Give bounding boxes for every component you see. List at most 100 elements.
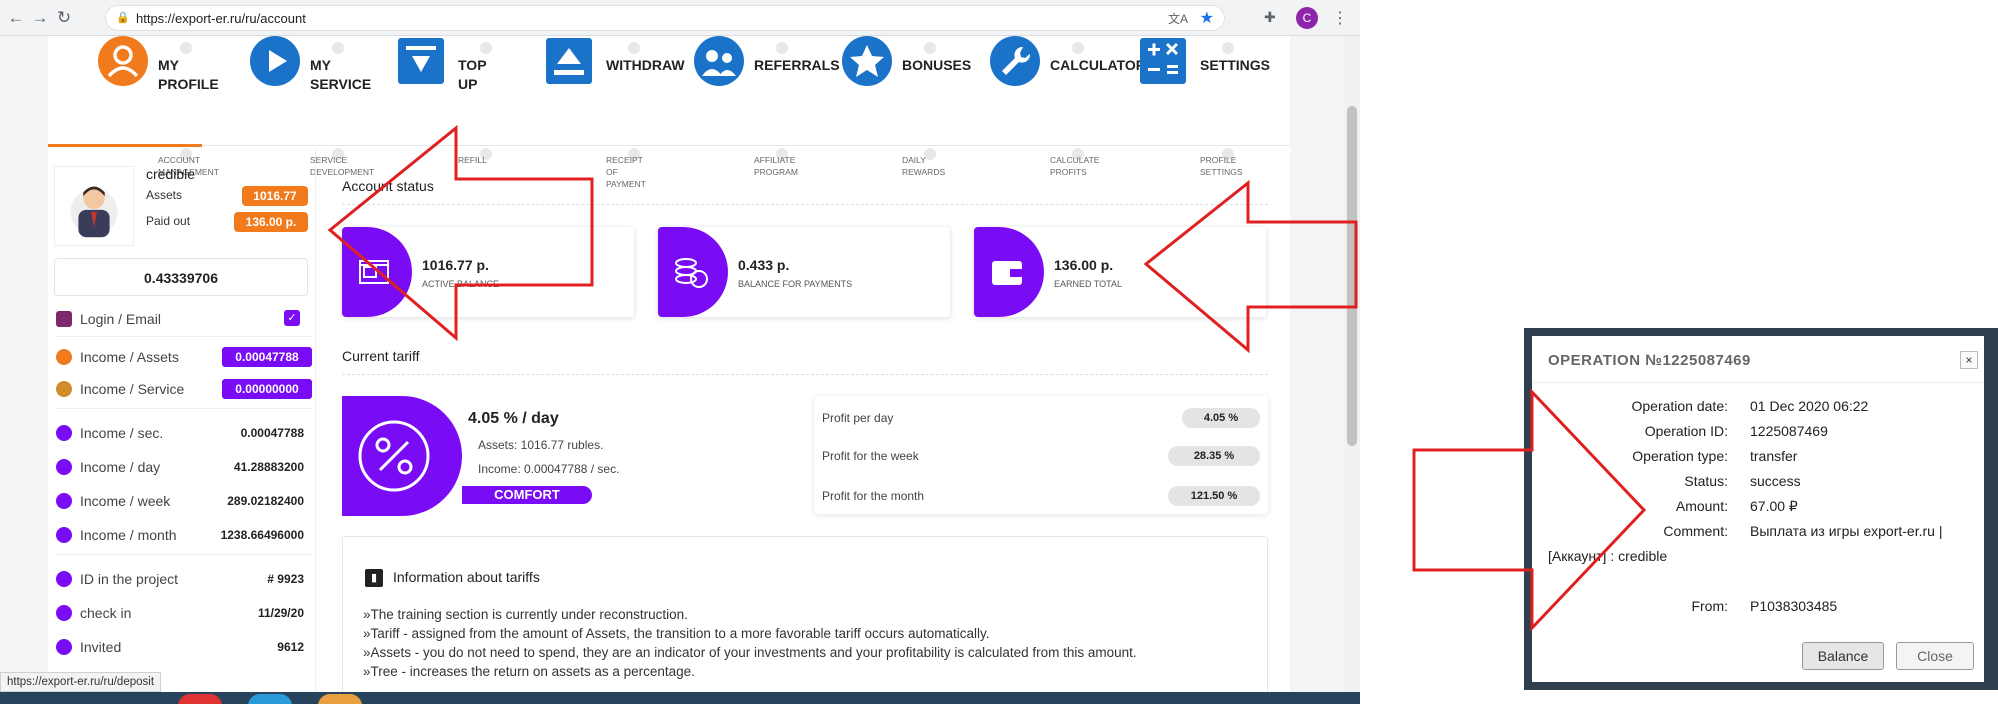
forward-icon[interactable]: → (30, 8, 50, 28)
dialog-value: success (1750, 473, 1801, 489)
dialog-row: Status: success (1532, 473, 1984, 495)
current-tariff-title: Current tariff (342, 348, 420, 364)
dialog-row: Comment: Выплата из игры export-er.ru | (1532, 523, 1984, 545)
dialog-key: Status: (1684, 473, 1728, 489)
dollar-icon (56, 493, 72, 509)
clock-icon (56, 605, 72, 621)
wrench-icon (990, 36, 1040, 86)
menu-label: TOP UP (458, 57, 487, 92)
profit-label: Profit per day (822, 411, 894, 425)
scrollbar-thumb[interactable] (1347, 106, 1357, 446)
upload-icon (546, 38, 592, 84)
sidebar-row-value: 0.00047788 (240, 426, 304, 440)
from-key: From: (1691, 598, 1728, 614)
stat-card: 136.00 р. EARNED TOTAL (974, 227, 1266, 317)
menu-dot (628, 42, 640, 54)
stat-card: 0.433 р. BALANCE FOR PAYMENTS (658, 227, 950, 317)
paid-out-value: 136.00 р. (234, 212, 308, 232)
menu-sublabel: REFILL (458, 155, 487, 165)
dialog-value: Выплата из игры export-er.ru | (1750, 523, 1943, 539)
dialog-value: 01 Dec 2020 06:22 (1750, 398, 1869, 414)
taskbar-app-icon[interactable] (178, 694, 222, 704)
user-icon (56, 571, 72, 587)
dialog-row: Operation ID: 1225087469 (1532, 423, 1984, 445)
users-icon (694, 36, 744, 86)
profit-label: Profit for the week (822, 449, 919, 463)
profit-row: Profit for the week 28.35 % (822, 446, 1260, 468)
profit-label: Profit for the month (822, 489, 925, 503)
menu-item-withdraw[interactable]: WITHDRAW RECEIPT OF PAYMENT (546, 36, 691, 189)
page-scrollbar[interactable] (1344, 36, 1360, 704)
assets-label: Assets (146, 188, 183, 202)
menu-item-referrals[interactable]: REFERRALS AFFILIATE PROGRAM (694, 36, 840, 177)
taskbar-app-icon[interactable] (248, 694, 292, 704)
sidebar-row-value: 1238.66496000 (220, 528, 304, 542)
sidebar-row-label: Income / Assets (80, 349, 179, 365)
login-email-row[interactable]: Login / Email ✓ (56, 308, 312, 332)
menu-item-bonuses[interactable]: BONUSES DAILY REWARDS (842, 36, 987, 177)
dialog-row: Operation date: 01 Dec 2020 06:22 (1532, 398, 1984, 420)
close-icon[interactable]: × (1960, 351, 1978, 369)
dialog-key: Amount: (1675, 498, 1728, 514)
sidebar-row-income-week: Income / week 289.02182400 (56, 490, 312, 514)
divider (56, 408, 312, 409)
paid-out-label: Paid out (146, 214, 191, 228)
dialog-value: transfer (1750, 448, 1798, 464)
tariff-income: Income: 0.00047788 / sec. (478, 462, 620, 476)
menu-dot (180, 42, 192, 54)
menu-active-indicator (48, 144, 202, 147)
comment-continuation: [Аккаунт] : credible (1548, 548, 1668, 564)
menu-label: MY SERVICE (310, 57, 372, 92)
dialog-title: OPERATION №1225087469 (1548, 352, 1751, 369)
paid-out-row: Paid out 136.00 р. (146, 212, 308, 232)
money-icon (56, 381, 72, 397)
sidebar-row-income-assets: Income / Assets 0.00047788 (56, 346, 312, 370)
menu-item-settings[interactable]: SETTINGS PROFILE SETTINGS (1140, 36, 1285, 177)
profit-value: 121.50 % (1168, 486, 1260, 506)
sidebar-row-label: ID in the project (80, 571, 179, 587)
address-url[interactable]: https://export-er.ru/ru/account (136, 11, 306, 26)
bar-chart-icon: ▮ (365, 569, 383, 587)
reload-icon[interactable]: ↻ (54, 8, 74, 28)
extensions-icon[interactable]: ✚ (1264, 9, 1276, 26)
sidebar-row-invited: Invited 9612 (56, 636, 312, 660)
dialog-key: Operation ID: (1644, 423, 1728, 439)
from-value: P1038303485 (1750, 598, 1838, 614)
checkbox-checked-icon[interactable]: ✓ (284, 310, 300, 326)
browser-menu-icon[interactable]: ⋮ (1332, 8, 1348, 28)
menu-label: WITHDRAW (606, 57, 685, 73)
from-row: From: P1038303485 (1532, 598, 1984, 620)
address-bar[interactable]: 🔒 https://export-er.ru/ru/account 文A ★ (105, 5, 1225, 31)
dialog-key: Operation date: (1631, 398, 1728, 414)
close-button[interactable]: Close (1896, 642, 1974, 670)
menu-item-top-up[interactable]: TOP UP REFILL (398, 36, 543, 165)
dialog-value: 1225087469 (1750, 423, 1828, 439)
sidebar-row-value: 289.02182400 (227, 494, 304, 508)
avatar (54, 166, 134, 246)
star-icon (842, 36, 892, 86)
menu-sublabel: DAILY REWARDS (902, 155, 946, 177)
info-line: »Tree - increases the return on assets a… (363, 664, 695, 679)
menu-dot (924, 42, 936, 54)
bookmark-star-icon[interactable]: ★ (1200, 8, 1214, 28)
menu-item-my-profile[interactable]: MY PROFILE ACCOUNT MANAGEMENT (98, 36, 243, 177)
balance-button[interactable]: Balance (1802, 642, 1884, 670)
sidebar-row-label: Income / sec. (80, 425, 164, 441)
back-icon[interactable]: ← (6, 8, 26, 28)
sidebar-row-income-service: Income / Service 0.00000000 (56, 378, 312, 402)
browser-profile-avatar[interactable]: C (1296, 7, 1318, 29)
sidebar-row-value: 0.00047788 (222, 347, 312, 367)
menu-sublabel: AFFILIATE PROGRAM (754, 155, 798, 177)
menu-item-my-service[interactable]: MY SERVICE SERVICE DEVELOPMENT (250, 36, 395, 177)
taskbar-app-icon[interactable] (318, 694, 362, 704)
divider (342, 204, 1268, 205)
users-icon (56, 639, 72, 655)
login-email-label: Login / Email (80, 311, 161, 327)
browser-toolbar: ← → ↻ 🔒 https://export-er.ru/ru/account … (0, 0, 1360, 36)
sidebar-row-id-in-the-project: ID in the project # 9923 (56, 568, 312, 592)
menu-item-calculator[interactable]: CALCULATOR CALCULATE PROFITS (990, 36, 1146, 177)
sidebar: credible Assets 1016.77 Paid out 136.00 … (48, 148, 316, 704)
menu-sublabel: PROFILE SETTINGS (1200, 155, 1243, 177)
translate-icon[interactable]: 文A (1168, 10, 1188, 27)
sidebar-row-label: Income / day (80, 459, 161, 475)
